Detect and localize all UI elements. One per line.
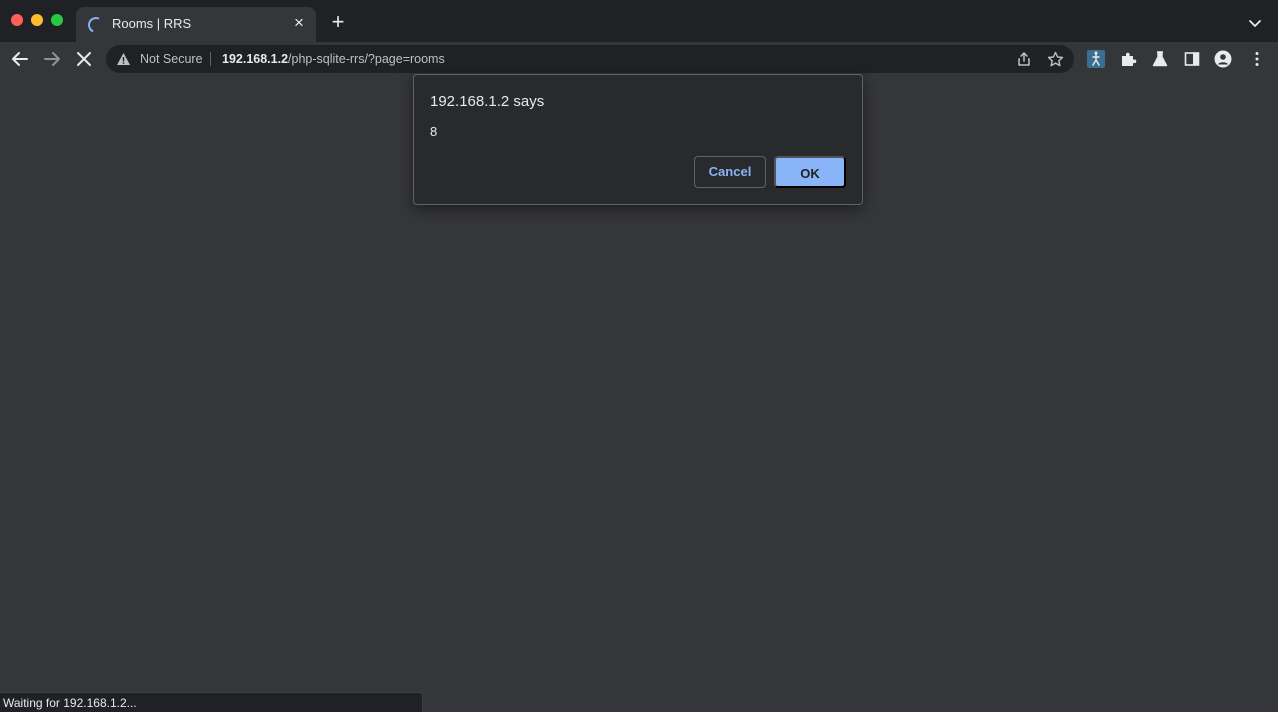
ok-button[interactable]: OK	[774, 156, 846, 188]
window-maximize-button[interactable]	[51, 14, 63, 26]
loading-spinner-icon	[85, 14, 107, 36]
tab-search-chevron-icon[interactable]	[1246, 14, 1264, 32]
url-path: /php-sqlite-rrs/?page=rooms	[288, 52, 445, 66]
tab-close-icon[interactable]: ×	[290, 14, 308, 32]
cancel-button[interactable]: Cancel	[694, 156, 766, 188]
new-tab-button[interactable]: +	[328, 11, 348, 33]
forward-button[interactable]	[41, 48, 63, 70]
browser-tab[interactable]: Rooms | RRS ×	[76, 7, 316, 42]
dialog-title: 192.168.1.2 says	[430, 93, 545, 110]
bookmark-star-icon[interactable]	[1047, 51, 1064, 68]
url-host: 192.168.1.2	[222, 52, 289, 66]
window-minimize-button[interactable]	[31, 14, 43, 26]
status-bar: Waiting for 192.168.1.2...	[0, 692, 423, 712]
kebab-menu-icon[interactable]	[1248, 50, 1266, 68]
url-text[interactable]: 192.168.1.2/php-sqlite-rrs/?page=rooms	[222, 52, 445, 66]
tab-title: Rooms | RRS	[112, 16, 192, 31]
javascript-alert-dialog: 192.168.1.2 says 8 Cancel OK	[413, 74, 863, 205]
share-icon[interactable]	[1016, 51, 1032, 67]
profile-icon[interactable]	[1214, 50, 1232, 68]
flask-icon[interactable]	[1151, 50, 1169, 68]
address-separator	[210, 52, 211, 66]
side-panel-icon[interactable]	[1183, 50, 1201, 68]
window-close-button[interactable]	[11, 14, 23, 26]
address-bar[interactable]: Not Secure 192.168.1.2/php-sqlite-rrs/?p…	[106, 45, 1074, 73]
security-status-label[interactable]: Not Secure	[140, 52, 203, 66]
browser-toolbar: Not Secure 192.168.1.2/php-sqlite-rrs/?p…	[0, 42, 1278, 76]
stop-loading-button[interactable]	[73, 48, 95, 70]
title-bar: Rooms | RRS × +	[0, 0, 1278, 42]
status-text: Waiting for 192.168.1.2...	[3, 696, 137, 710]
custom-extension-icon[interactable]	[1087, 50, 1105, 68]
puzzle-icon[interactable]	[1119, 50, 1137, 68]
dialog-message: 8	[430, 124, 438, 139]
warning-icon[interactable]	[116, 52, 131, 66]
back-button[interactable]	[9, 48, 31, 70]
